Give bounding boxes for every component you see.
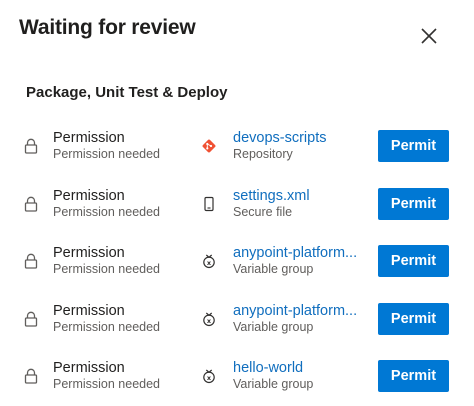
resource-link[interactable]: hello-world <box>233 360 365 377</box>
permit-button[interactable]: Permit <box>378 302 449 335</box>
permission-status: Permission needed <box>53 204 161 219</box>
resource-link[interactable]: settings.xml <box>233 188 365 205</box>
lock-icon <box>24 253 38 269</box>
variable-group-icon: x <box>203 312 215 326</box>
permission-row: Permission Permission needed settings.xm… <box>0 176 474 234</box>
permission-label: Permission <box>53 187 125 204</box>
resource-type: Variable group <box>233 377 314 392</box>
resource-type: Repository <box>233 147 293 161</box>
permission-label: Permission <box>53 302 125 319</box>
lock-icon <box>24 311 38 327</box>
permit-button[interactable]: Permit <box>378 360 449 393</box>
resource-link[interactable]: devops-scripts <box>233 130 365 147</box>
resource-link[interactable]: anypoint-platform... <box>233 303 365 320</box>
secure-file-icon <box>204 196 214 211</box>
lock-icon <box>24 369 38 385</box>
permit-button[interactable]: Permit <box>378 130 449 162</box>
permission-status: Permission needed <box>53 147 161 161</box>
resource-type: Secure file <box>233 204 293 219</box>
permit-button[interactable]: Permit <box>378 187 449 220</box>
dialog-title: Waiting for review <box>19 16 196 39</box>
resource-type: Variable group <box>233 319 314 334</box>
permission-label: Permission <box>53 245 125 262</box>
permission-status: Permission needed <box>53 377 161 392</box>
permission-list: Permission Permission needed devops-scri… <box>0 118 474 406</box>
variable-group-icon: x <box>203 254 215 269</box>
svg-text:x: x <box>207 317 212 325</box>
permit-button[interactable]: Permit <box>378 245 449 278</box>
permission-row: Permission Permission needed x hello-wor… <box>0 348 474 406</box>
permission-row: Permission Permission needed devops-scri… <box>0 118 474 176</box>
svg-text:x: x <box>207 259 212 267</box>
permission-status: Permission needed <box>53 319 161 334</box>
resource-link[interactable]: anypoint-platform... <box>233 245 365 262</box>
variable-group-icon: x <box>203 369 215 384</box>
close-icon <box>421 28 437 44</box>
stage-title: Package, Unit Test & Deploy <box>26 84 228 101</box>
permission-row: Permission Permission needed x anypoint-… <box>0 291 474 349</box>
close-button[interactable] <box>417 24 441 48</box>
resource-type: Variable group <box>233 262 314 277</box>
permission-status: Permission needed <box>53 262 161 277</box>
svg-text:x: x <box>207 374 212 382</box>
permission-label: Permission <box>53 360 125 377</box>
permission-label: Permission <box>53 130 125 146</box>
git-repo-icon <box>202 139 216 153</box>
lock-icon <box>24 196 38 212</box>
permission-row: Permission Permission needed x anypoint-… <box>0 233 474 291</box>
lock-icon <box>24 138 38 154</box>
